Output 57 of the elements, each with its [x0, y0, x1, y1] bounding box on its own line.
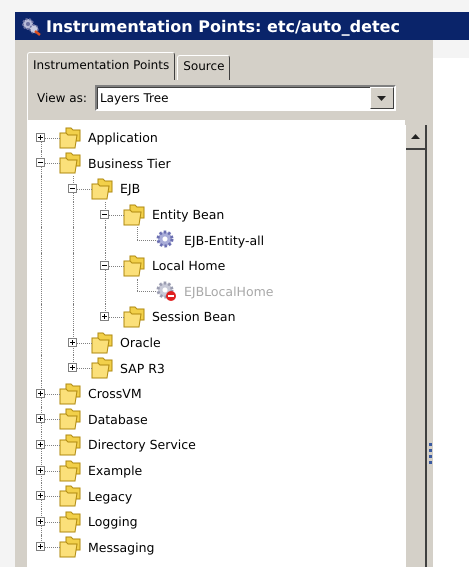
folders-icon [58, 510, 82, 533]
folders-icon [58, 434, 82, 456]
folders-icon [58, 152, 82, 174]
tab[interactable]: Source [177, 55, 230, 80]
tree-item[interactable]: Entity Bean [152, 207, 224, 222]
gears-icon [20, 16, 42, 36]
tab[interactable]: Instrumentation Points [27, 52, 176, 80]
tree-item[interactable]: Session Bean [152, 309, 236, 324]
tree-item[interactable]: Directory Service [88, 437, 196, 452]
folders-icon [58, 536, 82, 558]
expander-icon[interactable] [36, 132, 45, 142]
splitter-grip-icon[interactable] [428, 443, 432, 465]
expander-icon[interactable] [100, 210, 109, 219]
expander-icon[interactable] [36, 414, 45, 424]
expander-icon[interactable] [68, 363, 77, 372]
vertical-scrollbar[interactable] [405, 125, 427, 567]
folders-icon [58, 460, 82, 482]
tree-item[interactable]: Example [88, 463, 142, 478]
folders-icon [58, 382, 82, 405]
expander-icon[interactable] [36, 158, 45, 168]
view-as-label: View as: [37, 91, 87, 105]
tree-item[interactable]: EJB [120, 181, 140, 196]
tree-item[interactable]: EJB-Entity-all [184, 232, 264, 248]
tree-item[interactable]: Local Home [152, 258, 226, 274]
expander-icon[interactable] [68, 184, 77, 193]
expander-icon[interactable] [36, 542, 45, 552]
tree-item[interactable]: Database [88, 412, 148, 427]
tree-item[interactable]: Oracle [120, 335, 161, 350]
tree-item[interactable]: Legacy [88, 488, 132, 504]
expander-icon[interactable] [36, 388, 45, 398]
folders-icon [58, 408, 82, 430]
window-title: Instrumentation Points: etc/auto_detec [46, 16, 400, 36]
folders-icon [58, 126, 82, 149]
view-as-dropdown[interactable]: Layers Tree [94, 85, 396, 111]
folders-icon [90, 332, 114, 354]
expander-icon[interactable] [100, 260, 109, 270]
expander-icon[interactable] [36, 491, 45, 500]
folders-icon [58, 485, 82, 508]
up-arrow-icon [411, 134, 420, 139]
caret-icon [377, 96, 386, 100]
folders-icon [122, 306, 146, 328]
folders-icon [90, 178, 114, 200]
expander-icon[interactable] [36, 516, 45, 526]
dropdown-button[interactable] [370, 87, 394, 109]
tree-item[interactable]: Application [88, 130, 158, 146]
tree-item[interactable]: Logging [88, 514, 138, 530]
expander-icon[interactable] [68, 338, 77, 347]
tree-item[interactable]: CrossVM [88, 386, 142, 402]
tree-item[interactable]: Business Tier [88, 156, 171, 171]
folders-icon [122, 254, 146, 277]
expander-icon[interactable] [36, 440, 45, 449]
expander-icon[interactable] [36, 466, 45, 475]
expander-icon[interactable] [100, 312, 109, 321]
tree-item[interactable]: SAP R3 [120, 360, 165, 376]
folders-icon [122, 204, 146, 226]
tree-item[interactable]: Messaging [88, 540, 154, 555]
folders-icon [90, 357, 114, 380]
